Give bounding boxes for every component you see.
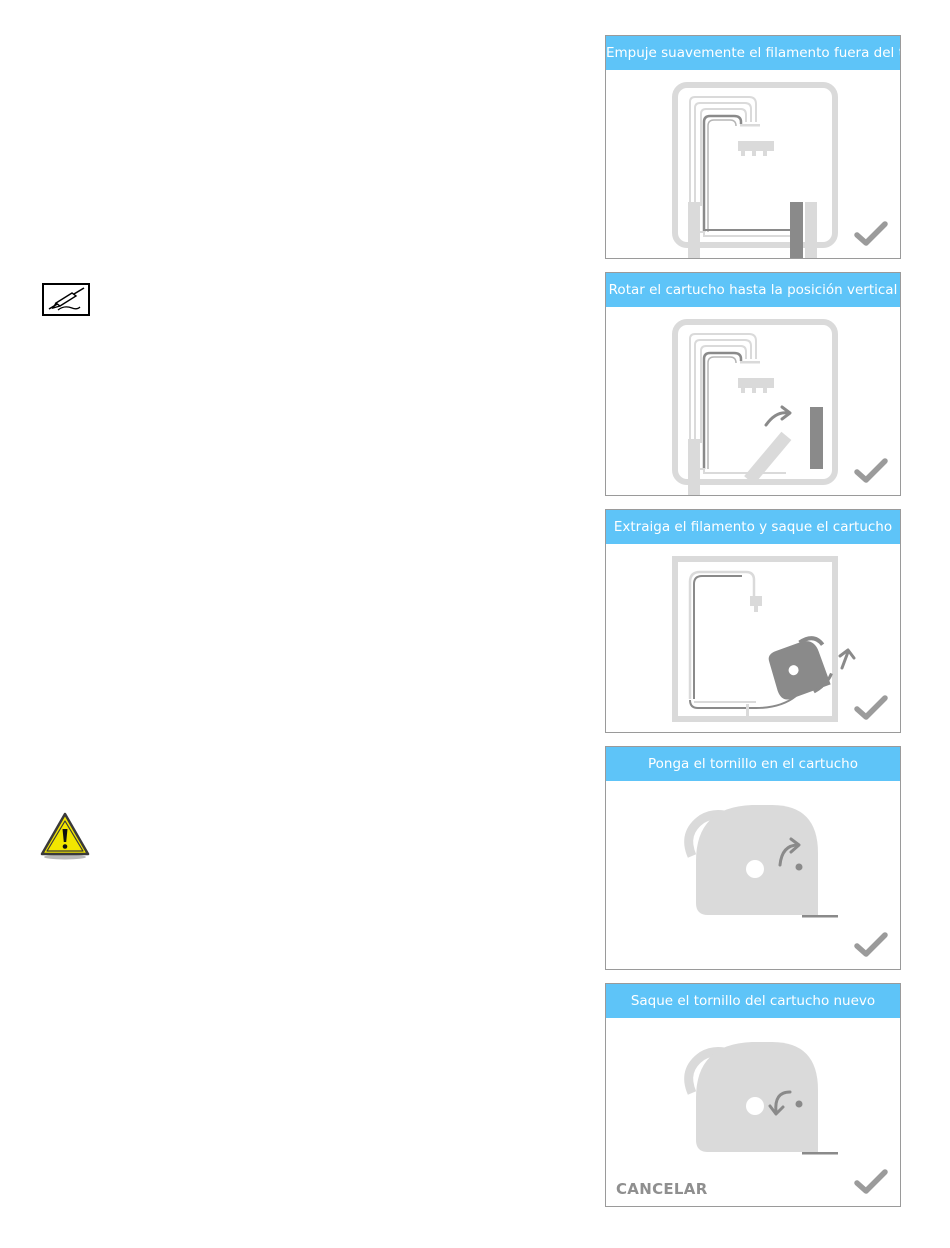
confirm-button[interactable] (854, 1168, 888, 1196)
cancel-button[interactable]: CANCELAR (616, 1180, 708, 1198)
panel-illustration: CANCELAR (606, 1018, 900, 1206)
check-icon (854, 1169, 888, 1194)
panel-title: Empuje suavemente el filamento fuera del… (606, 36, 900, 70)
check-icon (854, 695, 888, 720)
panel-title: Extraiga el filamento y saque el cartuch… (606, 510, 900, 544)
note-pencil-icon (42, 283, 90, 316)
confirm-button[interactable] (854, 931, 888, 959)
step-panel-remove-screw: Saque el tornillo del cartucho nuevo CAN… (605, 983, 901, 1207)
step-panel-rotate-cartridge: Rotar el cartucho hasta la posición vert… (605, 272, 901, 496)
warning-triangle-icon (40, 812, 90, 860)
panel-illustration (606, 544, 900, 732)
panel-illustration (606, 781, 900, 969)
panel-illustration (606, 70, 900, 258)
step-panel-extract-filament: Extraiga el filamento y saque el cartuch… (605, 509, 901, 733)
panel-illustration (606, 307, 900, 495)
step-panel-insert-screw: Ponga el tornillo en el cartucho (605, 746, 901, 970)
panel-title: Saque el tornillo del cartucho nuevo (606, 984, 900, 1018)
confirm-button[interactable] (854, 220, 888, 248)
confirm-button[interactable] (854, 694, 888, 722)
panel-title: Rotar el cartucho hasta la posición vert… (606, 273, 900, 307)
check-icon (854, 458, 888, 483)
check-icon (854, 932, 888, 957)
check-icon (854, 221, 888, 246)
confirm-button[interactable] (854, 457, 888, 485)
panel-title: Ponga el tornillo en el cartucho (606, 747, 900, 781)
step-panel-push-filament: Empuje suavemente el filamento fuera del… (605, 35, 901, 259)
